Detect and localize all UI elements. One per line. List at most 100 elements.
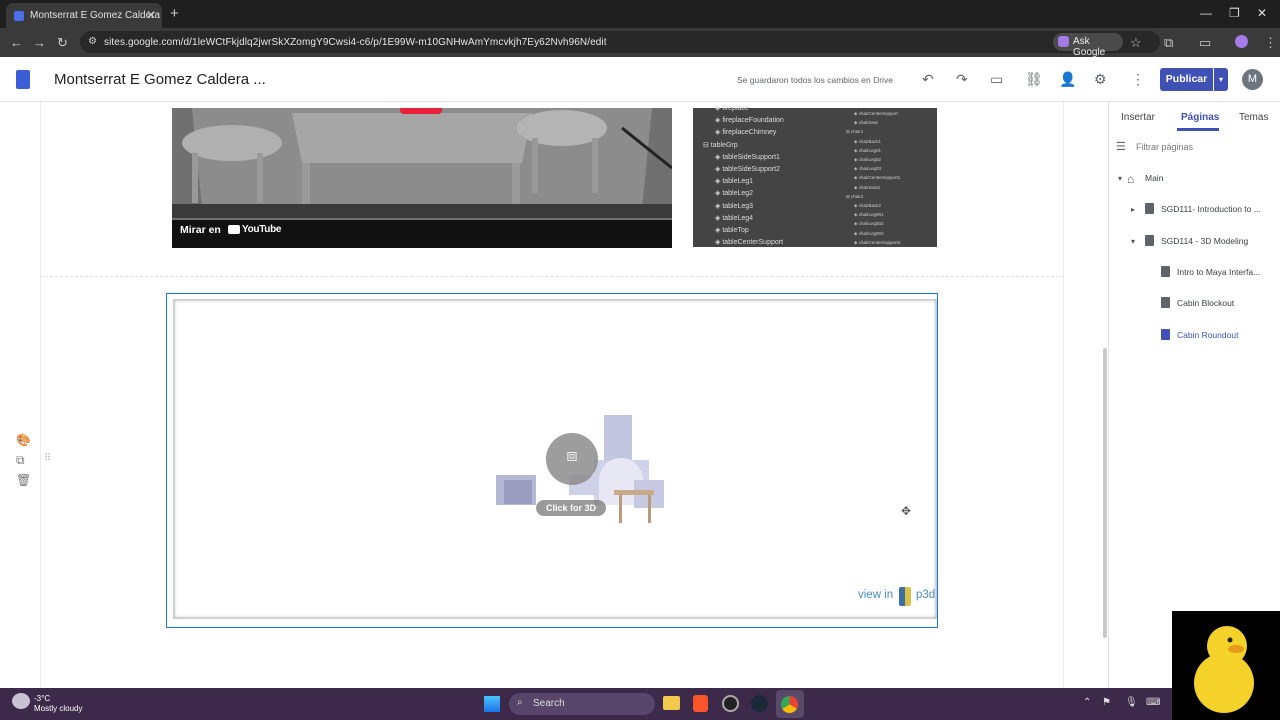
click-for-3d-button[interactable]: Click for 3D bbox=[536, 500, 606, 516]
outliner-item: ◈ chairLeg02 bbox=[854, 157, 881, 162]
lens-icon bbox=[1058, 36, 1069, 47]
outliner-item: ◈ chairLeg03 bbox=[854, 166, 881, 172]
duck-avatar-image bbox=[1194, 626, 1254, 713]
share-icon[interactable]: 👤 bbox=[1059, 71, 1076, 88]
redo-icon[interactable]: ↷ bbox=[956, 71, 968, 88]
outliner-right-column: ◈ chairCenterSupport ◈ chairSeat ⊟ chair1 ◈… bbox=[840, 108, 937, 247]
windows-start-icon[interactable] bbox=[484, 696, 500, 712]
site-info-icon[interactable]: ⚙ bbox=[88, 36, 97, 47]
page-icon bbox=[1161, 297, 1170, 308]
youtube-logo-icon[interactable] bbox=[228, 225, 240, 234]
more-icon[interactable]: ⋮ bbox=[1131, 71, 1145, 88]
outliner-item: ⊟ chair1 bbox=[846, 129, 864, 135]
theme-palette-icon[interactable]: 🎨 bbox=[16, 433, 31, 447]
extensions-icon[interactable]: ⧉ bbox=[1164, 35, 1173, 51]
taskbar-search[interactable]: ⌕ Search bbox=[509, 693, 655, 715]
brave-icon[interactable] bbox=[693, 695, 708, 712]
chrome-icon bbox=[781, 696, 798, 713]
save-status: Se guardaron todos los cambios en Drive bbox=[737, 75, 893, 85]
tab-close-icon[interactable]: ✕ bbox=[146, 8, 156, 22]
back-icon[interactable]: ← bbox=[10, 35, 23, 50]
weather-widget[interactable]: -3°C Mostly cloudy bbox=[34, 694, 82, 714]
outliner-item: ◈ chairCenterSupport2 bbox=[854, 239, 901, 245]
tab-pages[interactable]: Páginas bbox=[1181, 112, 1219, 123]
page-icon bbox=[1145, 203, 1154, 214]
outliner-item: ◈ chairCenterSupport1 bbox=[854, 175, 901, 181]
tab-themes[interactable]: Temas bbox=[1239, 112, 1268, 123]
steam-icon[interactable] bbox=[751, 695, 768, 712]
outliner-item: ◈ chairLeg002 bbox=[854, 221, 884, 227]
filter-pages-input[interactable]: Filtrar páginas bbox=[1136, 142, 1193, 152]
youtube-wordmark[interactable]: YouTube bbox=[242, 224, 282, 235]
weather-text: Mostly cloudy bbox=[34, 704, 83, 713]
outliner-item: ◈ chairLeg001 bbox=[854, 212, 884, 218]
outliner-item: ◈ tableTop bbox=[715, 227, 749, 234]
tray-chevron-icon[interactable]: ⌃ bbox=[1083, 697, 1091, 708]
outliner-item: ⊟ chair2 bbox=[846, 193, 864, 199]
page-item[interactable]: SGD111- Introduction to ... bbox=[1161, 204, 1261, 214]
link-icon[interactable]: ⛓ bbox=[1025, 71, 1043, 88]
publish-dropdown-icon[interactable]: ▾ bbox=[1214, 68, 1228, 91]
page-item[interactable]: Main bbox=[1145, 173, 1163, 183]
page-icon bbox=[1161, 329, 1170, 340]
page-item[interactable]: SGD114 - 3D Modeling bbox=[1161, 236, 1248, 246]
page-item[interactable]: Intro to Maya Interfa... bbox=[1177, 267, 1260, 277]
drag-handle-icon[interactable]: ⠿ bbox=[44, 453, 51, 464]
expand-toggle-icon[interactable]: ▾ bbox=[1131, 237, 1135, 246]
outliner-item: ◈ chairSeat1 bbox=[854, 184, 881, 190]
p3d-label[interactable]: p3d bbox=[916, 589, 935, 601]
view-in-label[interactable]: view in bbox=[858, 589, 893, 601]
side-panel-icon[interactable]: ▭ bbox=[1199, 35, 1211, 51]
outliner-item: ◈ tableLeg3 bbox=[715, 202, 754, 210]
publish-button[interactable]: Publicar bbox=[1160, 68, 1213, 91]
preview-icon[interactable]: ▭ bbox=[990, 71, 1003, 88]
keyboard-icon[interactable]: ⌨ bbox=[1146, 697, 1160, 708]
search-icon: ⌕ bbox=[517, 697, 523, 708]
page-item[interactable]: Cabin Blockout bbox=[1177, 298, 1234, 308]
ask-google-label: Ask Google bbox=[1073, 36, 1106, 58]
expand-toggle-icon[interactable]: ▾ bbox=[1118, 174, 1122, 183]
outliner-item: ◈ chairLeg01 bbox=[854, 147, 881, 153]
filter-icon[interactable]: ☰ bbox=[1116, 140, 1126, 153]
outliner-item: ◈ tableCenterSupport bbox=[715, 239, 784, 247]
reload-icon[interactable]: ↻ bbox=[57, 35, 68, 51]
3d-cube-icon[interactable]: ⧈ bbox=[546, 433, 598, 485]
tab-strip bbox=[0, 0, 1280, 28]
duplicate-icon[interactable]: ⧉ bbox=[16, 453, 25, 468]
scrollbar[interactable] bbox=[1103, 348, 1107, 638]
browser-tab[interactable]: Montserrat E Gomez Caldera Po ✕ bbox=[6, 3, 162, 28]
sites-logo-icon[interactable] bbox=[16, 70, 30, 89]
url-text[interactable]: sites.google.com/d/1leWCtFkjdlq2jwrSkXZo… bbox=[104, 37, 607, 48]
undo-icon[interactable]: ↶ bbox=[922, 71, 934, 88]
p3d-logo-icon[interactable] bbox=[899, 587, 911, 606]
delete-icon[interactable]: 🗑 bbox=[16, 473, 31, 487]
tab-insert[interactable]: Insertar bbox=[1121, 112, 1155, 123]
maximize-icon[interactable]: ❐ bbox=[1229, 6, 1240, 20]
expand-toggle-icon[interactable]: ▸ bbox=[1131, 205, 1135, 214]
outliner-item: ◈ tableLeg4 bbox=[715, 214, 754, 222]
avatar[interactable]: M bbox=[1242, 69, 1263, 90]
profile-icon[interactable] bbox=[1235, 35, 1248, 48]
page-item[interactable]: Cabin Roundout bbox=[1177, 330, 1238, 340]
microphone-icon[interactable]: 🎙 bbox=[1125, 697, 1138, 708]
settings-icon[interactable]: ⚙ bbox=[1094, 71, 1107, 88]
outliner-item: ◈ tableSideSupport2 bbox=[715, 166, 780, 173]
new-tab-icon[interactable]: + bbox=[170, 5, 179, 22]
chrome-menu-icon[interactable]: ⋮ bbox=[1264, 35, 1277, 51]
minimize-icon[interactable]: — bbox=[1200, 6, 1212, 20]
site-title[interactable]: Montserrat E Gomez Caldera ... bbox=[54, 71, 266, 88]
play-button-edge[interactable] bbox=[400, 108, 442, 114]
page-icon bbox=[1145, 235, 1154, 246]
window-close-icon[interactable]: ✕ bbox=[1257, 6, 1267, 20]
obs-icon[interactable] bbox=[722, 695, 739, 712]
watch-on-label[interactable]: Mirar en bbox=[180, 224, 221, 236]
tray-app-icon[interactable]: ⚑ bbox=[1102, 697, 1111, 708]
file-explorer-icon[interactable] bbox=[663, 696, 680, 710]
outliner-item: ◈ tableLeg1 bbox=[715, 178, 754, 186]
weather-icon[interactable] bbox=[12, 693, 30, 709]
home-icon: ⌂ bbox=[1127, 172, 1135, 186]
ask-google-button[interactable]: Ask Google bbox=[1053, 33, 1123, 58]
pages-panel bbox=[1108, 102, 1280, 688]
forward-icon[interactable]: → bbox=[33, 35, 46, 50]
bookmark-star-icon[interactable]: ☆ bbox=[1130, 35, 1142, 51]
